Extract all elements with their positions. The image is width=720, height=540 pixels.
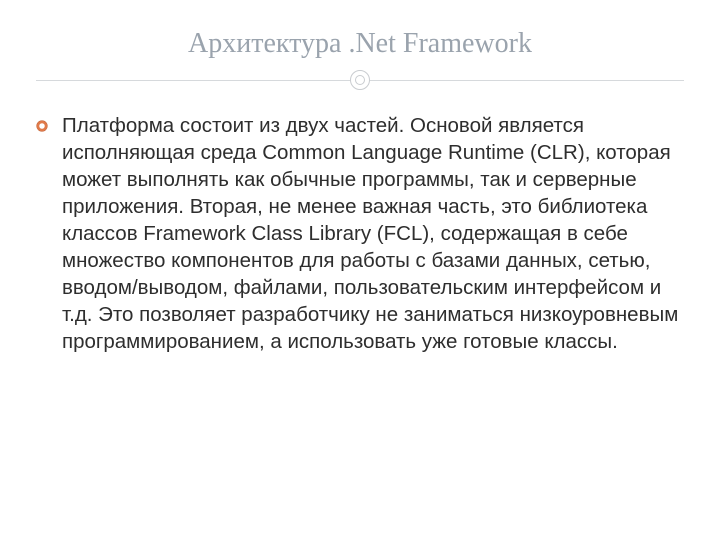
title-divider — [36, 70, 684, 90]
body-text: Платформа состоит из двух частей. Осново… — [62, 112, 682, 355]
body-container: Платформа состоит из двух частей. Осново… — [36, 112, 684, 355]
divider-circle-inner-icon — [355, 75, 365, 85]
slide-title: Архитектура .Net Framework — [36, 28, 684, 60]
slide: Архитектура .Net Framework Платформа сос… — [0, 0, 720, 540]
bullet-icon — [36, 120, 48, 132]
divider-circle-icon — [350, 70, 370, 90]
